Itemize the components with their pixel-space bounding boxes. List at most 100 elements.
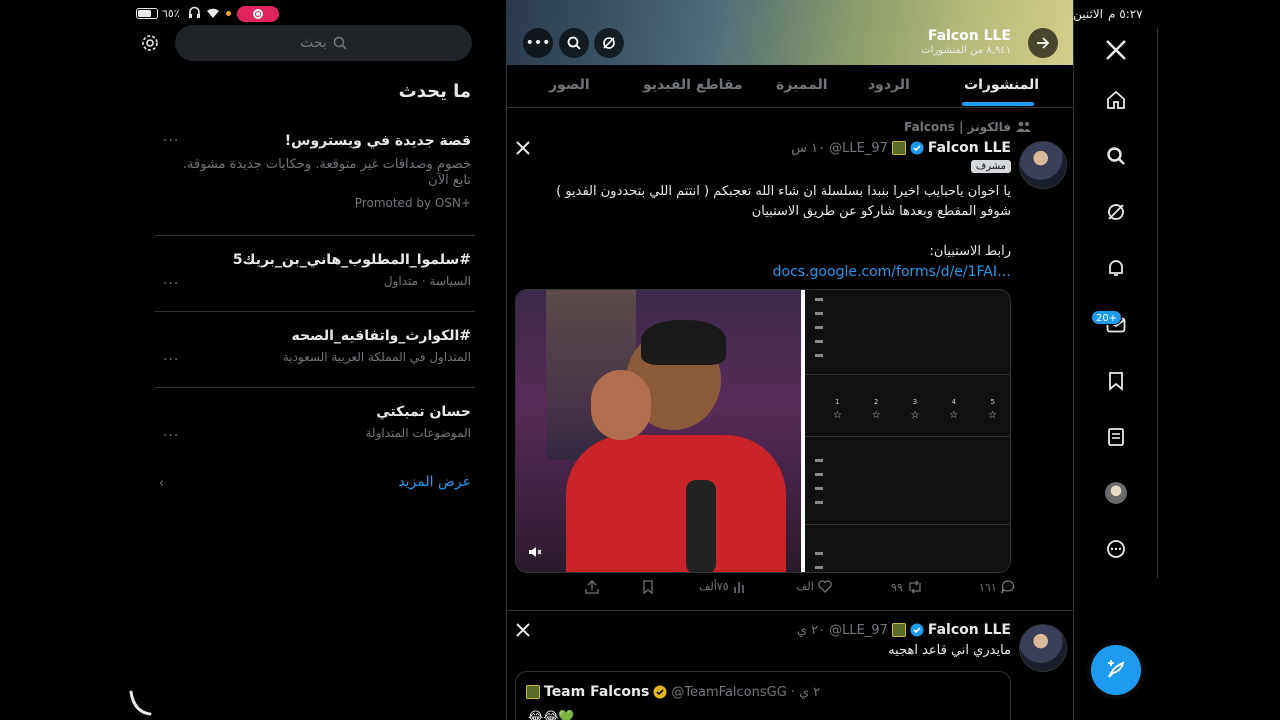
quoted-avatar xyxy=(526,685,540,699)
trend-meta: السياسة · متداول xyxy=(383,274,471,288)
profile-name: Falcon LLE xyxy=(927,28,1011,44)
compose-post-button[interactable] xyxy=(1091,645,1141,695)
more-icon: ••• xyxy=(525,35,551,51)
views-button[interactable]: ٧٥ألف xyxy=(699,580,745,593)
trend-desc-2: تابع الآن xyxy=(428,173,471,188)
profile-banner: ••• Falcon LLE ٨,٩٤١ من المنشورات xyxy=(507,0,1073,65)
divider xyxy=(155,311,475,312)
settings-icon[interactable] xyxy=(140,33,160,53)
trend-item[interactable]: #الكوارث_واتفاقيه_الصحه المتداول في المم… xyxy=(155,328,475,378)
bell-icon xyxy=(1106,258,1126,278)
form-preview: 12345 ☆ ☆ ☆ ☆ ☆ xyxy=(805,290,1010,572)
more-icon[interactable]: ··· xyxy=(163,133,179,149)
share-button[interactable] xyxy=(585,580,599,594)
quoted-author: Team Falcons xyxy=(544,684,650,700)
right-sidebar: بحث ما يحدث قصة جديدة في ويستروس! خصوم و… xyxy=(142,0,475,720)
nav-home[interactable] xyxy=(1100,84,1132,116)
back-button[interactable] xyxy=(1028,28,1058,58)
posts-count: ٨,٩٤١ من المنشورات xyxy=(921,45,1011,56)
tweet[interactable]: فالكونز | Falcons Falcon LLE @LLE_97 ١٠ … xyxy=(507,108,1073,611)
more-icon[interactable]: ··· xyxy=(163,352,179,368)
profile-tabs: المنشورات الردود المميزة مقاطع الفيديو ا… xyxy=(507,65,1073,108)
home-icon xyxy=(1106,90,1126,110)
avatar[interactable] xyxy=(1019,141,1067,189)
like-button[interactable]: الف xyxy=(796,580,832,593)
show-more-link[interactable]: عرض المزيد xyxy=(155,474,471,490)
trend-meta: الموضوعات المتداولة xyxy=(365,426,471,440)
tweet-header: Falcon LLE @LLE_97 ٢٠ ي xyxy=(797,622,1011,638)
search-input[interactable]: بحث xyxy=(175,25,472,61)
profile-timeline: ••• Falcon LLE ٨,٩٤١ من المنشورات المنشو… xyxy=(506,0,1074,720)
tweet-link[interactable]: docs.google.com/forms/d/e/1FAI… xyxy=(531,262,1011,282)
views-icon xyxy=(733,581,745,593)
trend-item[interactable]: حسان تمبكتي الموضوعات المتداولة ··· xyxy=(155,404,475,454)
nav-profile[interactable] xyxy=(1100,477,1132,509)
divider xyxy=(155,387,475,388)
search-icon xyxy=(333,36,347,50)
rating-scale: 12345 xyxy=(835,398,995,406)
trend-item[interactable]: #سلموا_المطلوب_هاني_بن_بريك5 السياسة · م… xyxy=(155,252,475,302)
message-badge: 20+ xyxy=(1091,310,1123,325)
mute-icon[interactable] xyxy=(528,546,542,558)
nav-explore[interactable] xyxy=(1100,140,1132,172)
x-home-logo[interactable] xyxy=(1100,34,1132,66)
trend-desc: خصوم وصداقات غير متوقعة. وحكايات جديدة م… xyxy=(182,157,471,172)
reply-icon xyxy=(1001,580,1015,594)
verified-badge-icon xyxy=(910,623,924,637)
nav-rail: 20+ xyxy=(1074,28,1158,578)
bookmark-icon xyxy=(642,580,654,594)
search-icon xyxy=(1106,146,1126,166)
tweet[interactable]: Falcon LLE @LLE_97 ٢٠ ي مايدري اني قاعد … xyxy=(507,612,1073,720)
more-icon[interactable]: ··· xyxy=(163,276,179,292)
feather-plus-icon xyxy=(1105,659,1127,681)
nav-more[interactable] xyxy=(1100,533,1132,565)
nav-notifications[interactable] xyxy=(1100,252,1132,284)
community-icon xyxy=(1016,121,1031,133)
trend-item-promoted[interactable]: قصة جديدة في ويستروس! خصوم وصداقات غير م… xyxy=(155,133,475,228)
section-title: ما يحدث xyxy=(398,81,471,102)
tab-highlights[interactable]: المميزة xyxy=(776,77,828,93)
arrow-right-icon xyxy=(1036,37,1050,49)
tab-posts[interactable]: المنشورات xyxy=(964,77,1039,93)
trend-title: #سلموا_المطلوب_هاني_بن_بريك5 xyxy=(232,252,471,268)
tweet-time: ١٠ س xyxy=(791,140,826,156)
like-count: الف xyxy=(796,580,814,593)
tab-media[interactable]: الصور xyxy=(549,77,590,93)
video-thumbnail[interactable] xyxy=(516,290,801,572)
quoted-tweet[interactable]: Team Falcons @TeamFalconsGG · ٢ ي 😂😂💚 xyxy=(515,671,1011,720)
retweet-button[interactable]: ٩٩ xyxy=(891,580,923,594)
role-badge: مشرف xyxy=(970,160,1011,173)
retweet-icon xyxy=(907,580,923,594)
community-label: فالكونز | Falcons xyxy=(904,120,1011,134)
more-icon[interactable]: ··· xyxy=(163,428,179,444)
verified-badge-icon xyxy=(910,141,924,155)
tweet-line: شوفو المقطع وبعدها شاركو عن طريق الاستبي… xyxy=(751,204,1011,219)
tab-videos[interactable]: مقاطع الفيديو xyxy=(643,77,743,93)
tab-replies[interactable]: الردود xyxy=(868,77,910,93)
trend-meta: المتداول في المملكة العربية السعودية xyxy=(282,350,471,364)
heart-icon xyxy=(818,580,832,593)
retweet-count: ٩٩ xyxy=(891,580,903,594)
tweet-line: يا اخوان ياحبايب اخيرا بنبدا بسلسلة ان ش… xyxy=(556,184,1011,199)
author-name[interactable]: Falcon LLE xyxy=(928,622,1011,638)
avatar[interactable] xyxy=(1019,624,1067,672)
views-count: ٧٥ألف xyxy=(699,580,729,593)
reply-count: ١٦١ xyxy=(979,580,997,594)
tweet-line: رابط الاستبيان: xyxy=(929,244,1011,259)
x-logo-icon xyxy=(516,141,530,155)
grok-button[interactable] xyxy=(594,28,624,58)
tweet-actions: ١٦١ ٩٩ الف ٧٥ألف xyxy=(507,580,1073,600)
bookmark-button[interactable] xyxy=(642,580,654,594)
nav-bookmarks[interactable] xyxy=(1100,365,1132,397)
author-handle: @LLE_97 xyxy=(829,622,888,638)
grok-icon xyxy=(602,36,616,50)
more-button[interactable]: ••• xyxy=(523,28,553,58)
author-name[interactable]: Falcon LLE xyxy=(928,140,1011,156)
reply-button[interactable]: ١٦١ xyxy=(979,580,1015,594)
search-button[interactable] xyxy=(559,28,589,58)
nav-grok[interactable] xyxy=(1100,196,1132,228)
tweet-media[interactable]: 12345 ☆ ☆ ☆ ☆ ☆ xyxy=(515,289,1011,573)
active-tab-indicator xyxy=(962,102,1034,106)
nav-lists[interactable] xyxy=(1100,421,1132,453)
loading-spinner-icon xyxy=(128,690,152,718)
